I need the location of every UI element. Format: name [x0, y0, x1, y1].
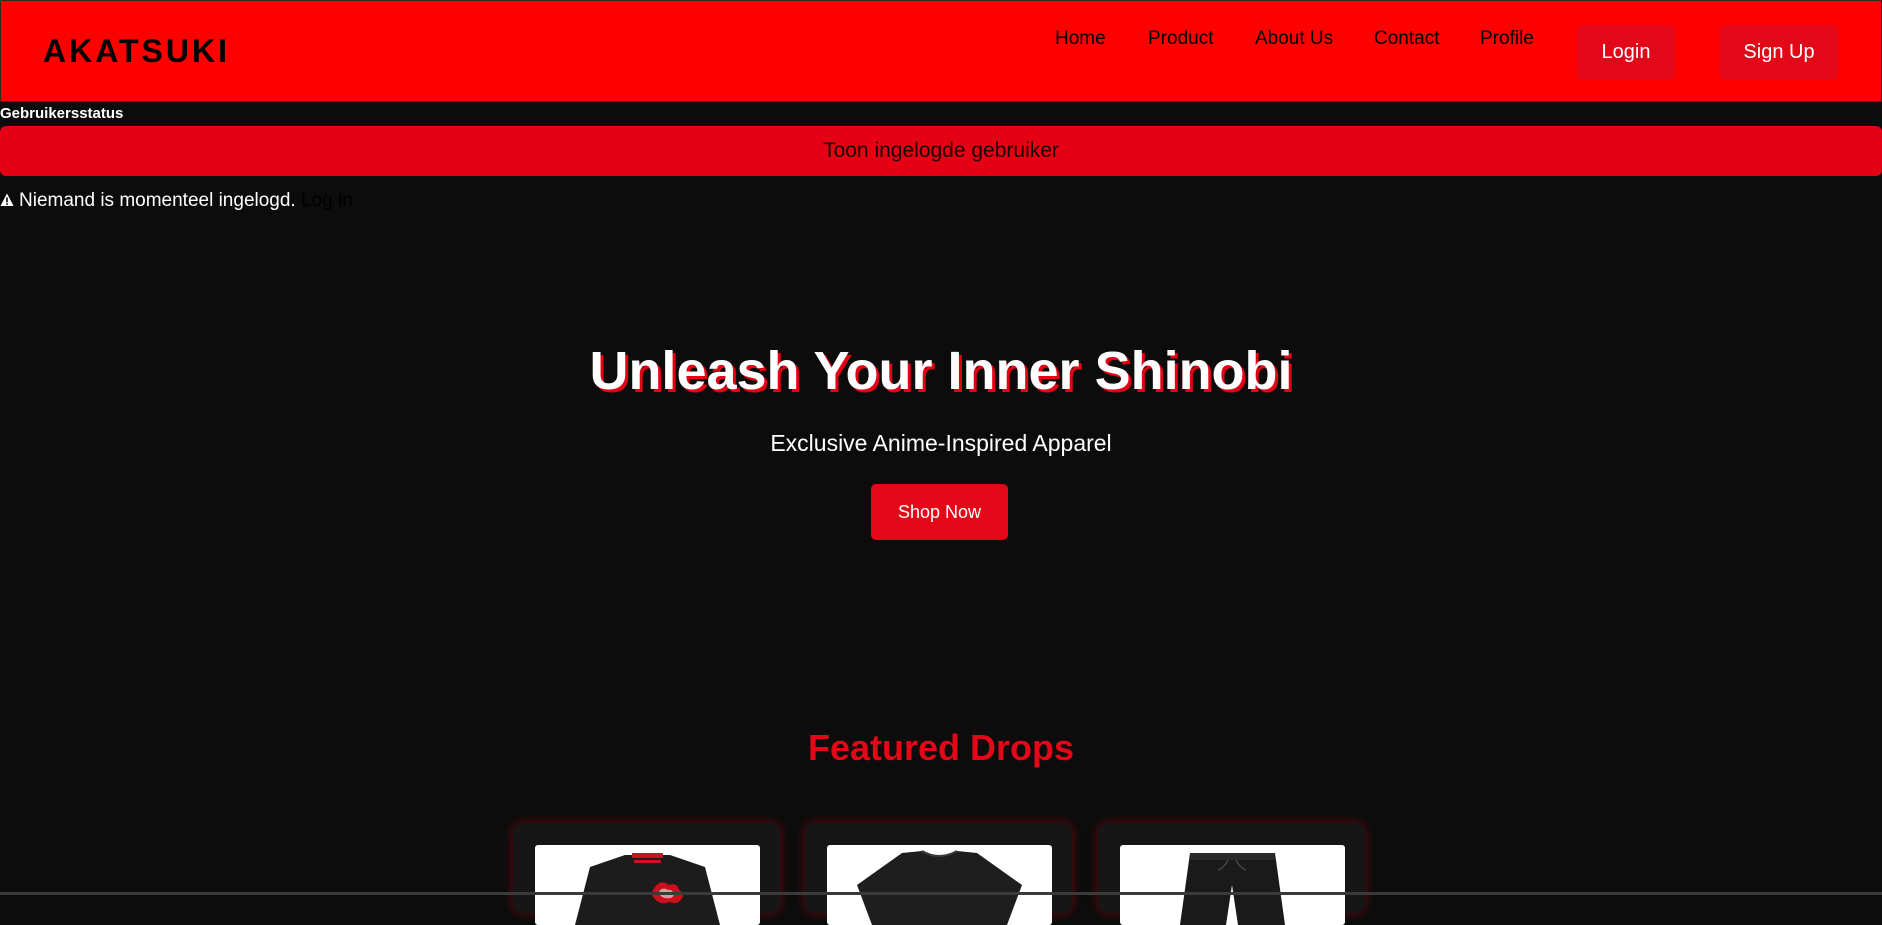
product-image — [535, 845, 760, 925]
nav-product[interactable]: Product — [1148, 27, 1213, 51]
login-status-message: Niemand is momenteel ingelogd. Log in — [0, 189, 353, 213]
product-image — [1120, 845, 1345, 925]
brand-logo[interactable]: AKATSUKI — [43, 31, 230, 71]
hero-title: Unleash Your Inner Shinobi — [589, 341, 1293, 401]
hero-subtitle: Exclusive Anime-Inspired Apparel — [770, 430, 1112, 456]
login-link[interactable]: Log in — [301, 190, 353, 211]
show-logged-in-user-button[interactable]: Toon ingelogde gebruiker — [0, 126, 1882, 176]
signup-button[interactable]: Sign Up — [1720, 25, 1838, 80]
black-pants-icon — [1180, 853, 1285, 925]
featured-drops-title: Featured Drops — [807, 727, 1075, 768]
black-tshirt-icon — [857, 850, 1022, 925]
shop-now-button[interactable]: Shop Now — [871, 484, 1008, 540]
nav-home[interactable]: Home — [1055, 27, 1106, 51]
akatsuki-jacket-icon — [575, 853, 720, 925]
product-card-tshirt[interactable] — [805, 823, 1072, 925]
nav-contact[interactable]: Contact — [1374, 27, 1439, 51]
nav-about-us[interactable]: About Us — [1255, 27, 1333, 51]
product-card-pants[interactable] — [1098, 823, 1365, 925]
status-text: Niemand is momenteel ingelogd. — [19, 190, 296, 211]
nav-profile[interactable]: Profile — [1480, 27, 1534, 51]
product-card-jacket[interactable] — [513, 823, 780, 925]
user-status-heading: Gebruikersstatus — [0, 105, 124, 122]
header: AKATSUKI Home Product About Us Contact P… — [0, 0, 1882, 102]
login-button[interactable]: Login — [1577, 25, 1675, 80]
product-image — [827, 845, 1052, 925]
warning-icon — [0, 193, 14, 206]
